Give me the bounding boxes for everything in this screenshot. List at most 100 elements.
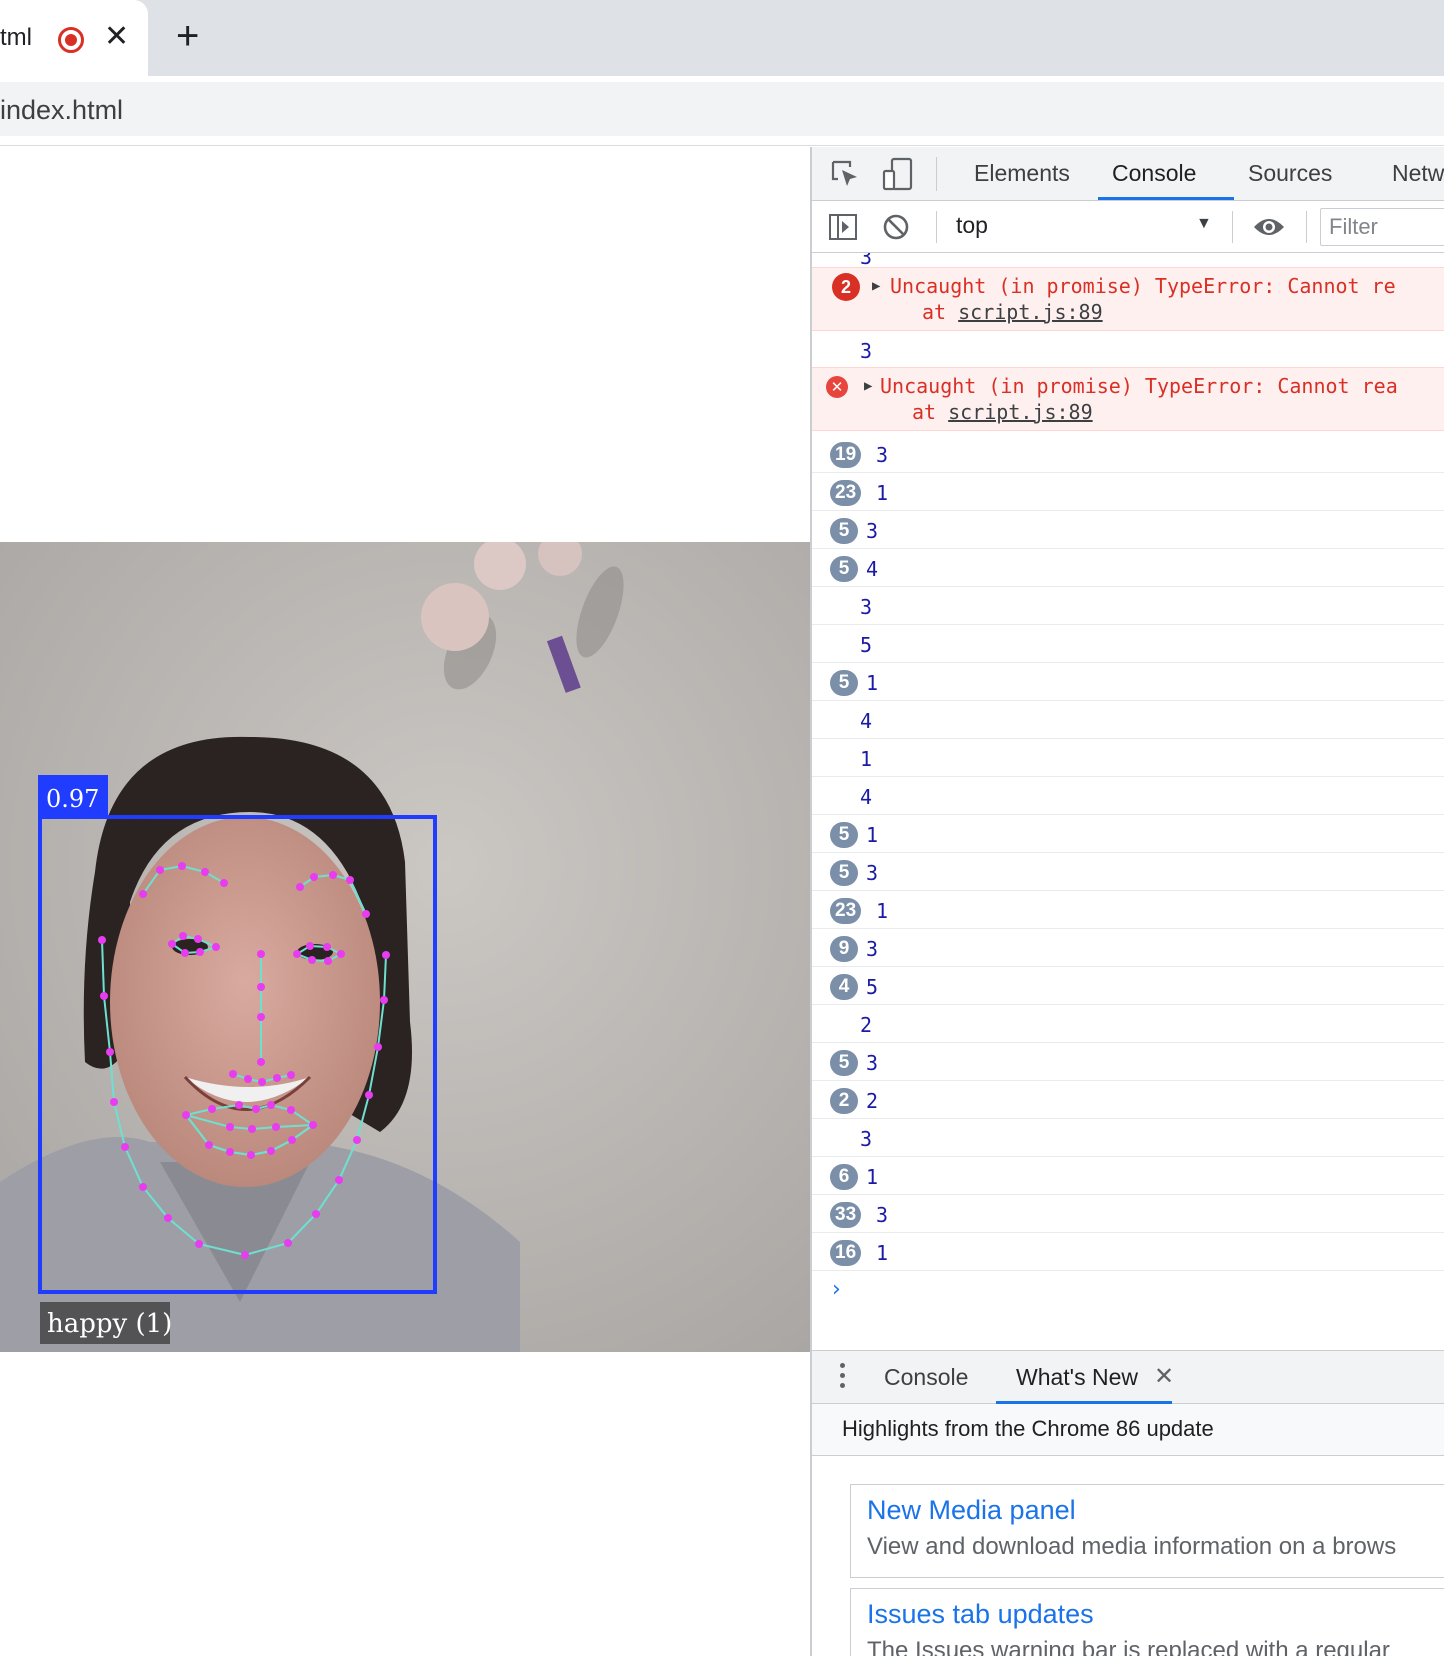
log-value: 3 [860, 339, 873, 363]
more-tools-icon[interactable] [840, 1363, 846, 1393]
repeat-count-badge: 5 [830, 822, 858, 848]
whats-new-card[interactable]: Issues tab updates The Issues warning ba… [850, 1588, 1444, 1656]
error-location: at script.js:89 [912, 400, 1093, 424]
error-message: ✕ ▶ Uncaught (in promise) TypeError: Can… [812, 367, 1444, 431]
repeat-count-badge: 23 [830, 480, 862, 506]
console-filter-input[interactable]: Filter [1320, 208, 1444, 246]
close-drawer-tab-icon[interactable]: ✕ [1154, 1362, 1174, 1391]
context-dropdown-icon[interactable]: ▼ [1196, 215, 1212, 233]
log-value: 1 [866, 671, 879, 695]
whats-new-heading-text: Highlights from the Chrome 86 update [842, 1416, 1214, 1441]
live-expression-eye-icon[interactable] [1252, 215, 1286, 239]
log-value: 1 [866, 823, 879, 847]
repeat-count-badge: 19 [830, 442, 862, 468]
log-value: 1 [876, 899, 889, 923]
repeat-count-badge: 4 [830, 974, 858, 1000]
webcam-video: 0.97 happy (1) [0, 542, 810, 1352]
log-value: 3 [866, 937, 879, 961]
clear-console-icon[interactable] [882, 213, 910, 241]
sidebar-toggle-icon[interactable] [828, 213, 858, 241]
log-value: 1 [866, 1165, 879, 1189]
drawer-tabbar: Console What's New ✕ [812, 1350, 1444, 1404]
tab-elements[interactable]: Elements [974, 160, 1070, 187]
repeat-count-badge: 16 [830, 1240, 862, 1266]
log-row: 51 [812, 665, 1444, 701]
log-value: 2 [860, 1013, 873, 1037]
expand-triangle-icon[interactable]: ▶ [872, 278, 880, 294]
console-prompt[interactable]: › [832, 1277, 841, 1302]
drawer-tab-whats-new[interactable]: What's New [1016, 1364, 1138, 1391]
source-link[interactable]: script.js:89 [958, 300, 1103, 324]
log-row: 53 [812, 855, 1444, 891]
log-value: 1 [860, 747, 873, 771]
video-frame: 0.97 happy (1) [0, 542, 810, 1352]
source-link[interactable]: script.js:89 [948, 400, 1093, 424]
expand-triangle-icon[interactable]: ▶ [864, 378, 872, 394]
log-row: 1 [812, 741, 1444, 777]
log-row: 3 [812, 589, 1444, 625]
browser-toolbar: index.html [0, 76, 1444, 146]
log-value: 1 [876, 481, 889, 505]
device-toolbar-icon[interactable] [882, 157, 914, 191]
error-message: 2 ▶ Uncaught (in promise) TypeError: Can… [812, 267, 1444, 331]
error-text: Uncaught (in promise) TypeError: Cannot … [890, 274, 1396, 298]
log-value: 3 [876, 1203, 889, 1227]
card-title[interactable]: New Media panel [867, 1495, 1076, 1526]
address-bar[interactable]: index.html [0, 82, 1444, 136]
log-value: 2 [866, 1089, 879, 1113]
devtools-tabbar: Elements Console Sources Netw [812, 147, 1444, 201]
confidence-label: 0.97 [46, 785, 99, 813]
log-row: 53 [812, 1045, 1444, 1081]
log-row: 45 [812, 969, 1444, 1005]
card-description: The Issues warning bar is replaced with … [867, 1637, 1390, 1656]
console-toolbar: top ▼ Filter [812, 201, 1444, 253]
error-count-badge: 2 [832, 273, 860, 301]
error-text: Uncaught (in promise) TypeError: Cannot … [880, 374, 1398, 398]
log-row: 23 1 [812, 475, 1444, 511]
toolbar-divider-3 [1306, 211, 1307, 243]
repeat-count-badge: 5 [830, 1050, 858, 1076]
tab-console[interactable]: Console [1112, 160, 1196, 187]
log-value: 4 [860, 785, 873, 809]
card-title[interactable]: Issues tab updates [867, 1599, 1094, 1630]
log-value: 3 [866, 519, 879, 543]
console-output: 3 2 ▶ Uncaught (in promise) TypeError: C… [812, 253, 1444, 1350]
devtools-panel: Elements Console Sources Netw top ▼ Filt… [810, 147, 1444, 1656]
tab-close-icon[interactable]: ✕ [104, 22, 129, 52]
log-row: 61 [812, 1159, 1444, 1195]
inspect-element-icon[interactable] [830, 159, 860, 189]
log-row: 3 [812, 1121, 1444, 1157]
repeat-count-badge: 6 [830, 1164, 858, 1190]
context-selector[interactable]: top [956, 212, 988, 239]
repeat-count-badge: 5 [830, 556, 858, 582]
log-row: 2 [812, 1007, 1444, 1043]
browser-tab[interactable]: tml ✕ [0, 0, 148, 76]
tab-network[interactable]: Netw [1392, 160, 1444, 187]
repeat-count-badge: 5 [830, 670, 858, 696]
toolbar-divider-2 [1232, 211, 1233, 243]
log-row: 16 1 [812, 1235, 1444, 1271]
card-description: View and download media information on a… [867, 1533, 1397, 1560]
repeat-count-badge: 9 [830, 936, 858, 962]
log-row: 23 1 [812, 893, 1444, 929]
log-row: 51 [812, 817, 1444, 853]
tab-sources[interactable]: Sources [1248, 160, 1332, 187]
whats-new-card[interactable]: New Media panel View and download media … [850, 1484, 1444, 1578]
drawer-tab-console[interactable]: Console [884, 1364, 968, 1391]
log-value: 3 [860, 595, 873, 619]
page-viewport: 0.97 happy (1) [0, 147, 810, 1656]
error-location: at script.js:89 [922, 300, 1103, 324]
url-text: index.html [0, 95, 124, 125]
tab-strip: tml ✕ + [0, 0, 1444, 76]
repeat-count-badge: 33 [830, 1202, 862, 1228]
active-tab-indicator [1098, 197, 1234, 200]
repeat-count-badge: 2 [830, 1088, 858, 1114]
log-value: 3 [860, 1127, 873, 1151]
tabbar-divider [936, 157, 937, 191]
error-icon: ✕ [826, 376, 848, 398]
tab-title: tml [0, 24, 32, 51]
log-row: 53 [812, 513, 1444, 549]
new-tab-button[interactable]: + [176, 16, 199, 56]
log-row: 54 [812, 551, 1444, 587]
repeat-count-badge: 5 [830, 518, 858, 544]
